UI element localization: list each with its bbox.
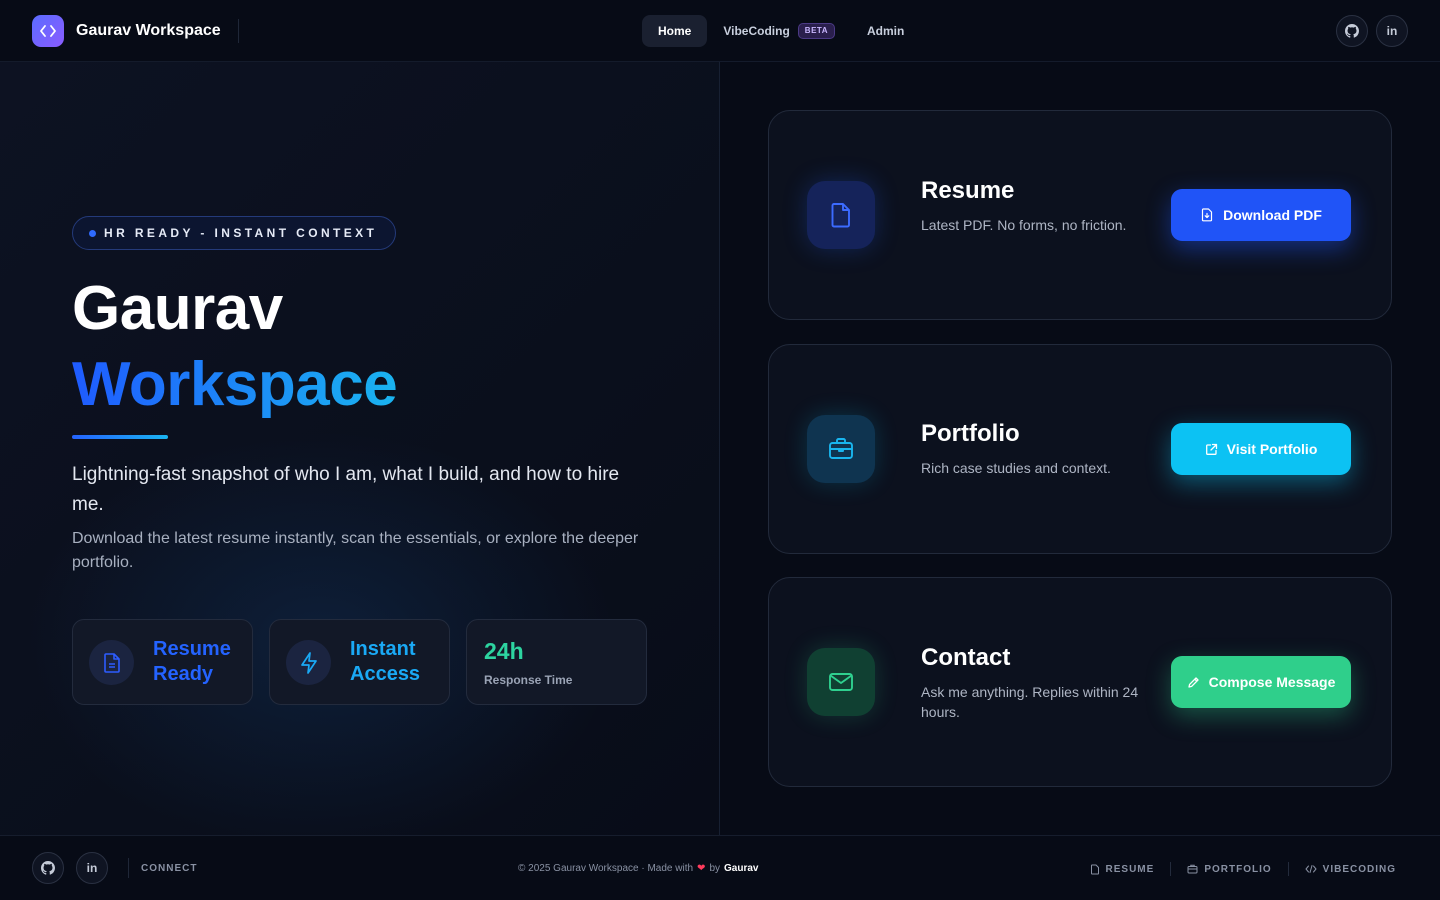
- copyright-by: by: [709, 863, 720, 874]
- stat-response-value: 24h: [484, 638, 524, 664]
- download-pdf-label: Download PDF: [1223, 207, 1322, 223]
- nav-home[interactable]: Home: [642, 15, 708, 47]
- stat-response-label: Response Time: [484, 673, 573, 687]
- card-title-resume: Resume: [921, 177, 1015, 204]
- footer-link-portfolio-label: PORTFOLIO: [1204, 863, 1272, 875]
- stat-response-time: 24h Response Time: [466, 619, 647, 705]
- card-desc-contact: Ask me anything. Replies within 24 hours…: [921, 684, 1139, 720]
- pill-label: HR READY - INSTANT CONTEXT: [104, 226, 378, 240]
- nav-social: in: [1336, 15, 1408, 47]
- compose-message-label: Compose Message: [1208, 674, 1336, 690]
- top-nav: Gaurav Workspace Home VibeCoding BETA Ad…: [0, 0, 1440, 62]
- briefcase-icon: [807, 415, 875, 483]
- card-title-portfolio: Portfolio: [921, 420, 1020, 447]
- brand[interactable]: Gaurav Workspace: [32, 15, 221, 47]
- code-icon: [1305, 865, 1317, 873]
- beta-badge: BETA: [797, 23, 835, 39]
- hero-title-workspace: Workspace: [72, 350, 398, 419]
- heart-icon: ❤: [697, 863, 706, 874]
- github-icon[interactable]: [32, 852, 64, 884]
- copyright: © 2025 Gaurav Workspace · Made with ❤ by…: [518, 863, 758, 874]
- card-desc-resume: Latest PDF. No forms, no friction.: [921, 217, 1127, 233]
- footer-link-separator: [1287, 862, 1289, 876]
- hr-ready-pill: HR READY - INSTANT CONTEXT: [72, 216, 397, 250]
- compose-message-button[interactable]: Compose Message: [1171, 656, 1351, 708]
- copyright-text: © 2025 Gaurav Workspace · Made with: [518, 863, 694, 874]
- card-title-contact: Contact: [921, 644, 1011, 671]
- external-link-icon: [1205, 443, 1217, 455]
- footer: in CONNECT © 2025 Gaurav Workspace · Mad…: [0, 835, 1440, 900]
- visit-portfolio-button[interactable]: Visit Portfolio: [1171, 423, 1351, 475]
- brand-name: Gaurav Workspace: [76, 22, 221, 39]
- file-icon: [807, 181, 875, 249]
- stat-resume-ready: Resume Ready: [72, 619, 253, 705]
- author-link[interactable]: Gaurav: [724, 863, 758, 874]
- file-icon: [1090, 864, 1099, 874]
- nav-admin[interactable]: Admin: [851, 15, 920, 47]
- linkedin-icon[interactable]: in: [1376, 15, 1408, 47]
- footer-link-separator: [1170, 862, 1172, 876]
- stat-instant-line1: Instant: [350, 638, 416, 660]
- stat-instant-label: Instant Access: [350, 637, 420, 687]
- stat-resume-line2: Ready: [153, 663, 214, 685]
- nav-vibecoding-label: VibeCoding: [723, 24, 790, 38]
- visit-portfolio-label: Visit Portfolio: [1226, 441, 1318, 457]
- footer-social: in: [32, 852, 108, 884]
- portfolio-card: Portfolio Rich case studies and context.…: [768, 344, 1392, 554]
- download-icon: [1202, 208, 1213, 222]
- footer-link-vibecoding-label: VIBECODING: [1322, 863, 1396, 875]
- lightning-icon: [286, 640, 331, 685]
- footer-divider: [128, 858, 129, 878]
- hero-lead: Lightning-fast snapshot of who I am, wha…: [72, 464, 620, 515]
- title-underline: [72, 435, 168, 439]
- footer-link-resume[interactable]: RESUME: [1090, 864, 1155, 875]
- connect-label: CONNECT: [141, 863, 198, 874]
- footer-links: RESUME PORTFOLIO VIBECODING: [1090, 862, 1396, 876]
- stat-instant-access: Instant Access: [269, 619, 450, 705]
- status-dot: [89, 229, 96, 237]
- mail-icon: [807, 648, 875, 716]
- stat-resume-line1: Resume: [153, 638, 231, 660]
- stat-instant-line2: Access: [350, 663, 421, 685]
- nav-links: Home VibeCoding BETA Admin: [642, 15, 920, 47]
- contact-card: Contact Ask me anything. Replies within …: [768, 577, 1392, 787]
- hero-subtext: Download the latest resume instantly, sc…: [72, 530, 639, 571]
- hero-section: HR READY - INSTANT CONTEXT Gaurav Worksp…: [0, 62, 720, 835]
- hero-title-name: Gaurav: [72, 274, 283, 343]
- card-desc-portfolio: Rich case studies and context.: [921, 460, 1111, 476]
- stat-resume-label: Resume Ready: [153, 637, 231, 687]
- code-logo-icon: [32, 15, 64, 47]
- resume-card: Resume Latest PDF. No forms, no friction…: [768, 110, 1392, 320]
- document-icon: [89, 640, 134, 685]
- github-icon[interactable]: [1336, 15, 1368, 47]
- footer-link-portfolio[interactable]: PORTFOLIO: [1187, 864, 1271, 875]
- footer-link-vibecoding[interactable]: VIBECODING: [1305, 864, 1396, 875]
- footer-link-resume-label: RESUME: [1105, 863, 1155, 875]
- pencil-icon: [1187, 676, 1199, 688]
- download-pdf-button[interactable]: Download PDF: [1171, 189, 1351, 241]
- nav-vibecoding[interactable]: VibeCoding BETA: [707, 15, 851, 47]
- briefcase-icon: [1187, 864, 1198, 874]
- linkedin-icon[interactable]: in: [76, 852, 108, 884]
- nav-divider: [238, 19, 239, 43]
